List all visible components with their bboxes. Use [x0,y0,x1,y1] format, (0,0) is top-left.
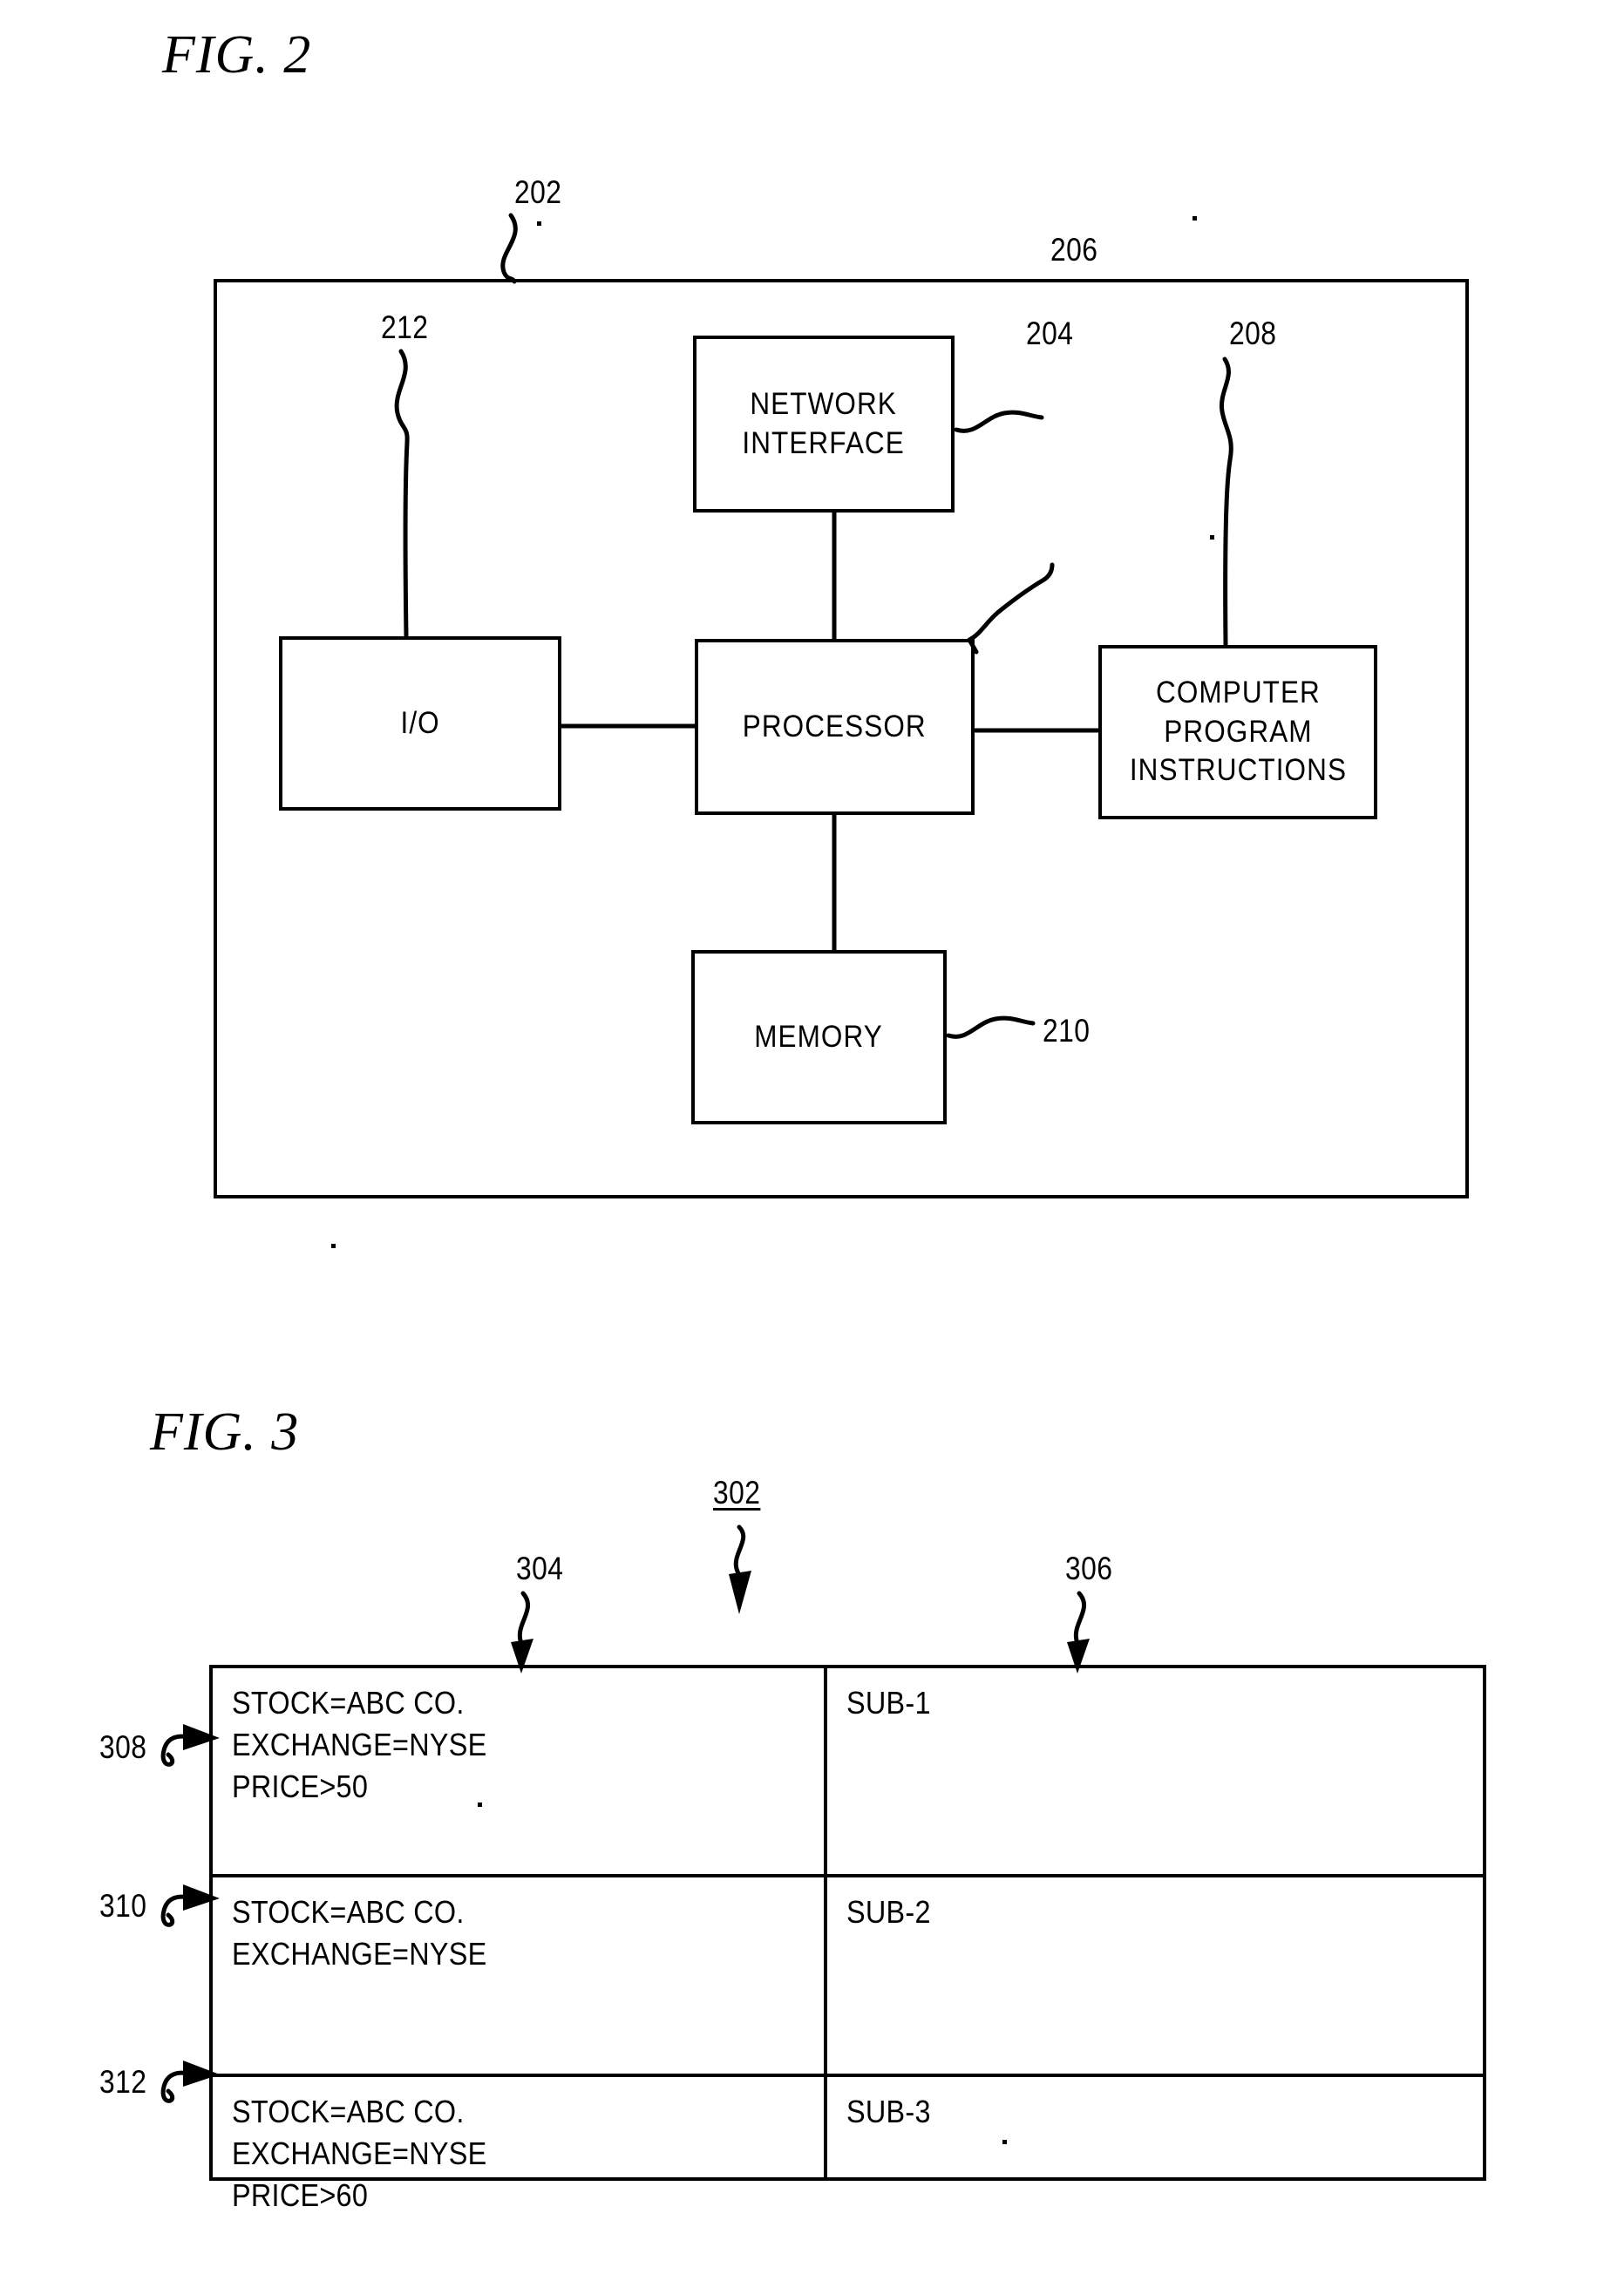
subscriber-label: SUB-2 [846,1894,931,1930]
table-cell-criteria: STOCK=ABC CO. EXCHANGE=NYSE PRICE>60 [213,2077,824,2213]
table-cell-subscriber: SUB-2 [824,1877,1486,2074]
scan-speck [537,221,541,226]
subscriber-label: SUB-3 [846,2094,931,2129]
patent-drawing-sheet: FIG. 2 202 NETWORK INTERFACE 206 I/O 212… [0,0,1624,2288]
reference-numeral-210: 210 [1043,1013,1091,1049]
block-network-interface-label-line1: NETWORK [750,386,898,421]
table-cell-criteria: STOCK=ABC CO. EXCHANGE=NYSE PRICE>50 [213,1668,824,1874]
reference-numeral-206: 206 [1050,232,1098,268]
reference-numeral-208: 208 [1229,316,1277,351]
reference-numeral-310: 310 [99,1888,147,1924]
table-cell-criteria: STOCK=ABC CO. EXCHANGE=NYSE [213,1877,824,2074]
table-row: STOCK=ABC CO. EXCHANGE=NYSE PRICE>60 SUB… [213,2074,1486,2213]
block-cpi-label-line2: PROGRAM [1163,714,1313,749]
figure-3-title: FIG. 3 [150,1402,300,1462]
leader-line-304 [517,1591,530,1657]
scan-speck [1193,216,1197,221]
reference-numeral-302: 302 [713,1475,761,1511]
leader-line-202 [500,213,518,284]
reference-numeral-202: 202 [514,174,562,210]
subscription-criteria-table: STOCK=ABC CO. EXCHANGE=NYSE PRICE>50 SUB… [209,1665,1486,2213]
leader-line-312 [160,2070,193,2103]
reference-numeral-306: 306 [1065,1551,1113,1586]
reference-numeral-308: 308 [99,1729,147,1765]
criteria-line: EXCHANGE=NYSE [232,1726,487,1762]
leader-line-306 [1073,1591,1086,1657]
reference-numeral-312: 312 [99,2064,147,2100]
table-row: STOCK=ABC CO. EXCHANGE=NYSE SUB-2 [213,1874,1483,2074]
criteria-line: PRICE>50 [232,1768,369,1804]
table-cell-subscriber: SUB-3 [824,2077,1486,2181]
reference-numeral-204: 204 [1026,316,1074,351]
scan-speck [1210,535,1214,540]
scan-speck [331,1244,336,1248]
scan-speck [478,1803,482,1807]
table-row: STOCK=ABC CO. EXCHANGE=NYSE PRICE>50 SUB… [213,1668,1483,1874]
leader-line-310 [160,1894,193,1927]
table-cell-subscriber: SUB-1 [824,1668,1486,1874]
block-memory-label: MEMORY [754,1019,884,1054]
criteria-line: PRICE>60 [232,2176,369,2213]
block-processor-label: PROCESSOR [742,709,928,743]
leader-line-302 [733,1524,746,1589]
subscriber-label: SUB-1 [846,1685,931,1721]
block-network-interface-label: NETWORK INTERFACE [743,385,905,464]
figure-2-title: FIG. 2 [162,25,312,85]
block-computer-program-instructions: COMPUTER PROGRAM INSTRUCTIONS [1098,645,1377,819]
criteria-line: EXCHANGE=NYSE [232,2135,487,2171]
reference-numeral-304: 304 [516,1551,564,1586]
criteria-line: STOCK=ABC CO. [232,2094,465,2129]
block-memory: MEMORY [691,950,947,1124]
scan-speck [1002,2140,1007,2144]
block-cpi-label-line1: COMPUTER [1155,675,1321,709]
reference-numeral-212: 212 [381,309,429,345]
block-io-label: I/O [400,705,440,740]
block-cpi-label-line3: INSTRUCTIONS [1129,753,1347,788]
arrowhead-302 [729,1571,751,1614]
block-io: I/O [279,636,561,811]
block-computer-program-instructions-label: COMPUTER PROGRAM INSTRUCTIONS [1129,674,1346,791]
criteria-line: STOCK=ABC CO. [232,1685,465,1721]
block-network-interface-label-line2: INTERFACE [742,425,906,460]
block-processor: PROCESSOR [695,639,975,815]
leader-line-308 [160,1734,193,1767]
criteria-line: EXCHANGE=NYSE [232,1935,487,1972]
criteria-line: STOCK=ABC CO. [232,1894,465,1930]
block-network-interface: NETWORK INTERFACE [693,336,955,513]
